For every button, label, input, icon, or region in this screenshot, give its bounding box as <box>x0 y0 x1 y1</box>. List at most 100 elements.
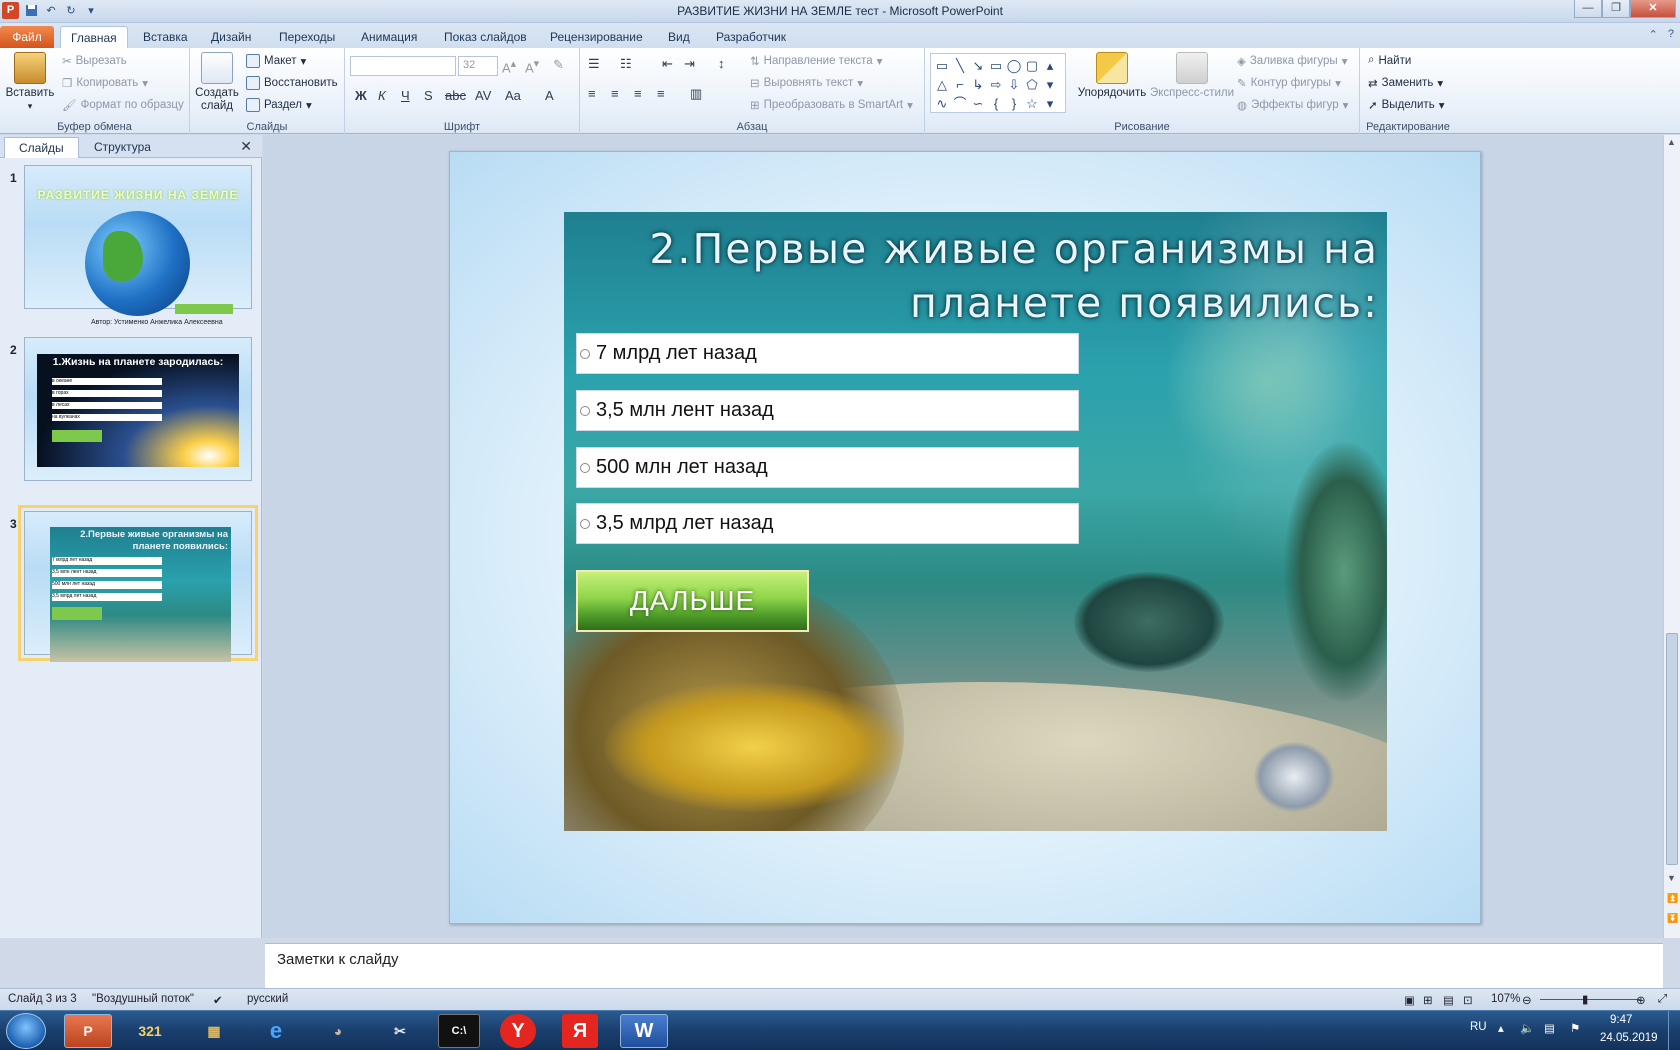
layout-button[interactable]: Макет ▾ <box>246 54 306 68</box>
notes-pane[interactable]: Заметки к слайду <box>265 943 1663 994</box>
bold-icon[interactable]: Ж <box>355 88 367 103</box>
align-center-icon[interactable]: ≡ <box>611 86 619 101</box>
minimize-icon[interactable]: — <box>1574 0 1602 18</box>
brace-left-icon[interactable]: { <box>987 94 1005 113</box>
elbow-connector-icon[interactable]: ⌐ <box>951 75 969 94</box>
brace-right-icon[interactable]: } <box>1005 94 1023 113</box>
close-icon[interactable]: ✕ <box>1630 0 1676 18</box>
radio-icon[interactable] <box>580 348 590 359</box>
slideshow-view-icon[interactable]: ⊡ <box>1463 993 1473 1007</box>
network-icon[interactable]: ▤ <box>1544 1021 1555 1035</box>
internet-explorer-taskbar-icon[interactable]: e <box>252 1014 300 1048</box>
connector-icon[interactable]: ↳ <box>969 75 987 94</box>
gallery-down-icon[interactable]: ▾ <box>1041 75 1059 94</box>
align-left-icon[interactable]: ≡ <box>588 86 596 101</box>
numbering-icon[interactable]: ☷ <box>620 56 632 72</box>
right-arrow-shape-icon[interactable]: ⇨ <box>987 75 1005 94</box>
replace-button[interactable]: ⇄ Заменить ▾ <box>1368 76 1443 90</box>
tab-review[interactable]: Рецензирование <box>540 26 653 48</box>
normal-view-icon[interactable]: ▣ <box>1404 993 1415 1007</box>
radio-icon[interactable] <box>580 462 590 473</box>
volume-icon[interactable]: 🔈 <box>1520 1021 1534 1035</box>
zoom-level[interactable]: 107% <box>1491 993 1520 1005</box>
radio-icon[interactable] <box>580 405 590 416</box>
winrar-taskbar-icon[interactable]: ▦ <box>190 1014 238 1048</box>
section-button[interactable]: Раздел ▾ <box>246 98 312 112</box>
zoom-slider[interactable] <box>1540 999 1640 1000</box>
close-panel-icon[interactable]: ✕ <box>240 138 252 155</box>
zoom-out-icon[interactable]: ⊖ <box>1522 993 1532 1007</box>
format-painter-button[interactable]: 🖌 Формат по образцу <box>62 98 184 112</box>
snipping-tool-taskbar-icon[interactable]: ✂ <box>376 1014 424 1048</box>
select-button[interactable]: ➚ Выделить ▾ <box>1368 98 1444 112</box>
tab-insert[interactable]: Вставка <box>133 26 198 48</box>
columns-icon[interactable]: ▥ <box>690 86 702 102</box>
help-icon[interactable]: ? <box>1668 28 1674 41</box>
powerpoint-taskbar-icon[interactable]: P <box>64 1014 112 1048</box>
fit-slide-icon[interactable]: ⤢ <box>1658 993 1667 1006</box>
font-color-icon[interactable]: A <box>545 88 554 103</box>
freeform-shape-icon[interactable]: ∿ <box>933 94 951 113</box>
shape-fill-button[interactable]: ◈ Заливка фигуры ▾ <box>1237 54 1347 68</box>
arrange-button[interactable]: Упорядочить <box>1075 52 1149 100</box>
tab-animations[interactable]: Анимация <box>351 26 427 48</box>
textbox-shape-icon[interactable]: ▭ <box>933 56 951 75</box>
zoom-in-icon[interactable]: ⊕ <box>1636 993 1646 1007</box>
yandex-browser-taskbar-icon[interactable]: Y <box>500 1014 536 1048</box>
answer-option-2[interactable]: 3,5 млн лент назад <box>576 390 1079 431</box>
underline-icon[interactable]: Ч <box>401 88 410 103</box>
maximize-icon[interactable]: ❐ <box>1602 0 1630 18</box>
yandex-taskbar-icon[interactable]: Я <box>562 1014 598 1048</box>
strikethrough-icon[interactable]: abc <box>445 88 466 103</box>
keyboard-language[interactable]: RU <box>1470 1021 1487 1033</box>
find-button[interactable]: ⌕ Найти <box>1368 54 1411 67</box>
shadow-icon[interactable]: S <box>424 88 433 103</box>
new-slide-button[interactable]: Создать слайд <box>194 52 240 113</box>
justify-icon[interactable]: ≡ <box>657 86 665 101</box>
gallery-up-icon[interactable]: ▴ <box>1041 56 1059 75</box>
slide-question-title[interactable]: 2.Первые живые организмы на планете появ… <box>579 222 1379 330</box>
zoom-slider-thumb[interactable]: ▮ <box>1582 992 1588 1006</box>
answer-option-3[interactable]: 500 млн лет назад <box>576 447 1079 488</box>
tab-home[interactable]: Главная <box>60 26 128 48</box>
line-spacing-icon[interactable]: ↕ <box>718 56 725 71</box>
curve-shape-icon[interactable]: ∽ <box>969 94 987 113</box>
slide-sea-picture[interactable]: 2.Первые живые организмы на планете появ… <box>564 212 1387 831</box>
previous-slide-icon[interactable]: ⏫ <box>1667 893 1678 904</box>
sorter-view-icon[interactable]: ⊞ <box>1423 993 1433 1007</box>
bullets-icon[interactable]: ☰ <box>588 56 600 72</box>
minimize-ribbon-icon[interactable]: ⌃ <box>1649 28 1658 41</box>
radio-icon[interactable] <box>580 518 590 529</box>
gimp-taskbar-icon[interactable]: ◕ <box>314 1014 362 1048</box>
star-shape-icon[interactable]: ☆ <box>1023 94 1041 113</box>
font-name-combo[interactable] <box>350 56 456 76</box>
answer-option-1[interactable]: 7 млрд лет назад <box>576 333 1079 374</box>
reset-button[interactable]: Восстановить <box>246 76 338 90</box>
shrink-font-icon[interactable]: A▾ <box>525 57 539 75</box>
clock-date[interactable]: 24.05.2019 <box>1600 1032 1658 1044</box>
command-prompt-taskbar-icon[interactable]: C:\ <box>438 1014 480 1048</box>
change-case-icon[interactable]: Aa <box>505 88 521 103</box>
spellcheck-icon[interactable]: ✔ <box>213 993 223 1007</box>
notes-placeholder[interactable]: Заметки к слайду <box>277 951 399 968</box>
tray-expand-icon[interactable]: ▴ <box>1498 1021 1504 1035</box>
decrease-indent-icon[interactable]: ⇤ <box>662 56 673 72</box>
gallery-more-icon[interactable]: ▾ <box>1041 94 1059 113</box>
answer-option-4[interactable]: 3,5 млрд лет назад <box>576 503 1079 544</box>
copy-button[interactable]: ❐ Копировать ▾ <box>62 76 148 90</box>
rounded-rect-shape-icon[interactable]: ▢ <box>1023 56 1041 75</box>
oval-shape-icon[interactable]: ◯ <box>1005 56 1023 75</box>
next-slide-icon[interactable]: ⏬ <box>1667 913 1678 924</box>
tab-slides-panel[interactable]: Слайды <box>4 137 79 158</box>
cut-button[interactable]: ✂ Вырезать <box>62 54 127 68</box>
arc-shape-icon[interactable]: ⌒ <box>951 94 969 113</box>
show-desktop-button[interactable] <box>1668 1011 1680 1050</box>
grow-font-icon[interactable]: A▴ <box>502 57 516 75</box>
paste-button[interactable]: Вставить ▾ <box>4 52 56 113</box>
convert-smartart-button[interactable]: ⊞ Преобразовать в SmartArt ▾ <box>750 98 913 112</box>
clock-time[interactable]: 9:47 <box>1610 1014 1632 1026</box>
language-indicator[interactable]: русский <box>247 993 288 1005</box>
reading-view-icon[interactable]: ▤ <box>1443 993 1454 1007</box>
rectangle-shape-icon[interactable]: ▭ <box>987 56 1005 75</box>
shape-outline-button[interactable]: ✎ Контур фигуры ▾ <box>1237 76 1341 90</box>
